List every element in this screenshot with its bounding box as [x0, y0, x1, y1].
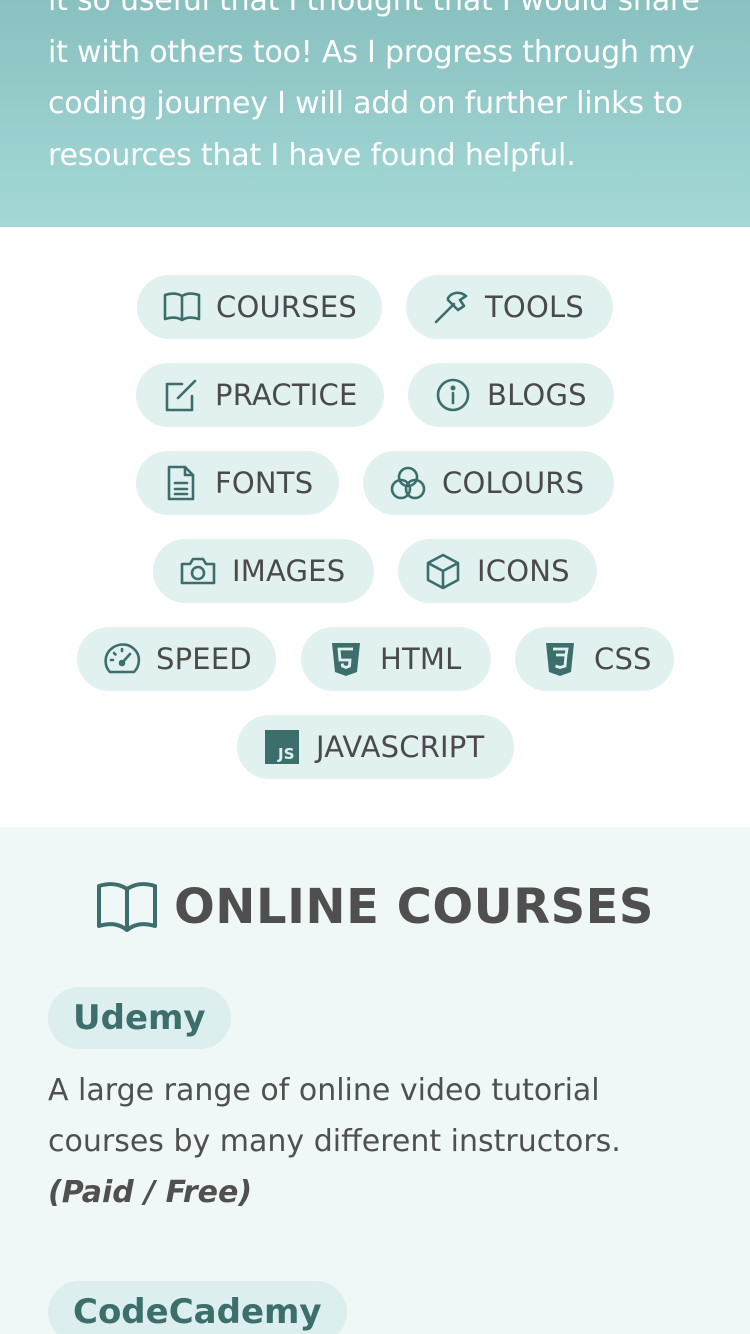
nav-pill-fonts[interactable]: FONTS [136, 451, 339, 515]
document-icon [161, 463, 201, 503]
nav-pill-css[interactable]: CSS [515, 627, 674, 691]
section-title: ONLINE COURSES [174, 879, 654, 935]
nav-pill-practice[interactable]: PRACTICE [136, 363, 384, 427]
nav-label-images: IMAGES [232, 554, 346, 588]
nav-label-css: CSS [594, 642, 652, 676]
nav-label-tools: TOOLS [485, 290, 584, 324]
javascript-icon: JS [262, 727, 302, 767]
nav-pill-html[interactable]: HTML [301, 627, 491, 691]
nav-label-html: HTML [380, 642, 462, 676]
course-description: A large range of online video tutorial c… [48, 1065, 698, 1218]
course-link-codecademy[interactable]: CodeCademy [48, 1281, 347, 1334]
nav-pill-colours[interactable]: COLOURS [363, 451, 614, 515]
nav-pill-tools[interactable]: TOOLS [406, 275, 613, 339]
speedometer-icon [102, 639, 142, 679]
cube-icon [423, 551, 463, 591]
intro-text: it so useful that I thought that I would… [48, 0, 700, 173]
nav-label-fonts: FONTS [215, 466, 314, 500]
course-price: (Paid / Free) [48, 1175, 253, 1210]
css3-icon [540, 639, 580, 679]
nav-label-colours: COLOURS [442, 466, 585, 500]
nav-pill-images[interactable]: IMAGES [153, 539, 374, 603]
color-circles-icon [388, 463, 428, 503]
hammer-icon [431, 287, 471, 327]
book-icon [96, 879, 158, 935]
online-courses-section: ONLINE COURSES Udemy A large range of on… [0, 827, 750, 1334]
nav-label-speed: SPEED [156, 642, 252, 676]
html5-icon [326, 639, 366, 679]
svg-text:JS: JS [277, 745, 295, 763]
book-icon [162, 287, 202, 327]
camera-icon [178, 551, 218, 591]
nav-pill-javascript[interactable]: JS JAVASCRIPT [237, 715, 514, 779]
nav-label-courses: COURSES [216, 290, 357, 324]
nav-label-javascript: JAVASCRIPT [316, 730, 485, 764]
intro-banner: it so useful that I thought that I would… [0, 0, 750, 227]
section-heading: ONLINE COURSES [0, 879, 750, 935]
edit-icon [161, 375, 201, 415]
nav-pill-icons[interactable]: ICONS [398, 539, 597, 603]
course-link-udemy[interactable]: Udemy [48, 987, 231, 1049]
nav-pill-blogs[interactable]: BLOGS [408, 363, 614, 427]
nav-pill-speed[interactable]: SPEED [77, 627, 276, 691]
nav-label-practice: PRACTICE [215, 378, 358, 412]
category-nav: COURSES TOOLS PRACTICE BLOGS FONTS COLOU… [0, 227, 750, 827]
info-icon [433, 375, 473, 415]
nav-label-blogs: BLOGS [487, 378, 587, 412]
nav-pill-courses[interactable]: COURSES [137, 275, 382, 339]
nav-label-icons: ICONS [477, 554, 570, 588]
course-description-text: A large range of online video tutorial c… [48, 1073, 621, 1159]
